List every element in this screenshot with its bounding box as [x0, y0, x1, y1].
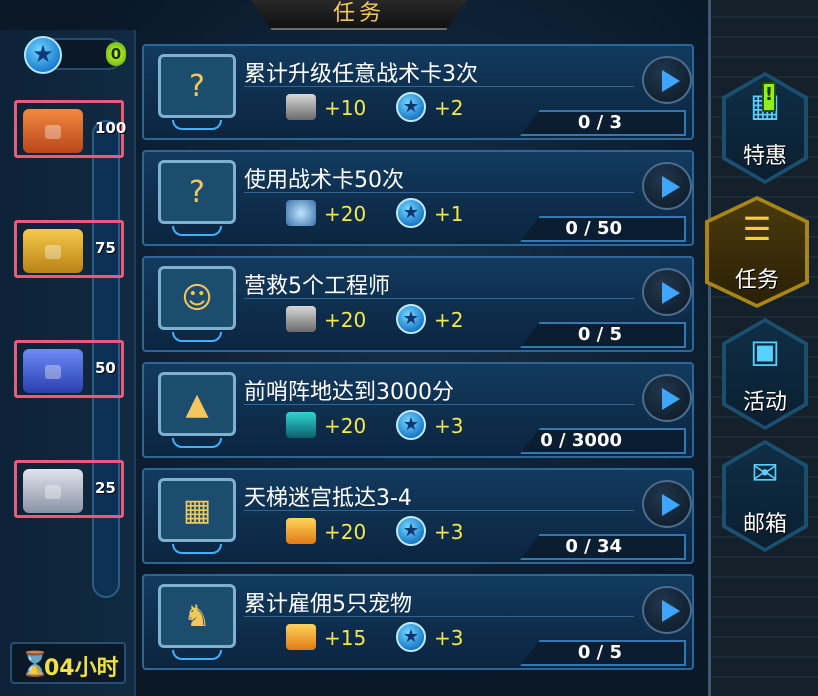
chest-reward-100[interactable]: 100 — [14, 100, 127, 158]
device-icon — [286, 94, 316, 120]
mission-progress-text: 0 / 5 — [577, 324, 622, 345]
star-reward-amount: +2 — [434, 96, 464, 120]
divider — [244, 404, 634, 405]
mail-icon: ✉ — [751, 454, 779, 492]
star-reward-amount: +3 — [434, 414, 464, 438]
monitor-stand — [172, 332, 222, 342]
mission-row: ? 累计升级任意战术卡3次 +10 ★ +2 0 / 3 — [142, 44, 694, 140]
nav-label: 任务 — [734, 268, 779, 293]
mission-title: 前哨阵地达到3000分 — [244, 380, 454, 405]
question-mark-icon: ? — [158, 160, 236, 224]
gem-icon — [286, 518, 316, 544]
monitor-stand — [172, 544, 222, 554]
gift-icon: ▣ — [749, 332, 781, 370]
star-reward-amount: +1 — [434, 202, 464, 226]
reward-amount: +10 — [324, 96, 367, 120]
coin-icon — [286, 200, 316, 226]
mission-title: 累计升级任意战术卡3次 — [244, 62, 478, 87]
star-counter: ★ 0 — [24, 36, 126, 74]
hourglass-icon: ⌛ — [20, 650, 50, 678]
timer-text: 04小时 — [44, 656, 119, 681]
gold-chest-icon — [23, 229, 83, 273]
mission-progress-text: 0 / 5 — [577, 642, 622, 663]
divider — [244, 510, 634, 511]
star-icon: ★ — [396, 198, 426, 228]
mission-title: 使用战术卡50次 — [244, 168, 404, 193]
reward-amount: +20 — [324, 202, 367, 226]
chest-threshold: 75 — [95, 239, 116, 257]
mission-title: 累计雇佣5只宠物 — [244, 592, 412, 617]
mission-progress-text: 0 / 3 — [577, 112, 622, 133]
chest-reward-75[interactable]: 75 — [14, 220, 124, 278]
star-icon: ★ — [396, 410, 426, 440]
go-arrow-button[interactable] — [642, 268, 692, 316]
reward-amount: +20 — [324, 520, 367, 544]
star-reward-amount: +2 — [434, 308, 464, 332]
divider — [244, 86, 634, 87]
mission-row: ▦ 天梯迷宫抵达3-4 +20 ★ +3 0 / 34 — [142, 468, 694, 564]
monitor-stand — [172, 120, 222, 130]
go-arrow-button[interactable] — [642, 162, 692, 210]
task-list-icon: ☰ — [742, 210, 772, 248]
chest-reward-50[interactable]: 50 — [14, 340, 124, 398]
mission-title: 天梯迷宫抵达3-4 — [244, 486, 412, 511]
silver-chest-icon — [23, 469, 83, 513]
star-icon: ★ — [396, 92, 426, 122]
divider — [244, 616, 634, 617]
page-title: 任务 — [332, 1, 385, 26]
star-count: 0 — [106, 42, 126, 66]
outpost-icon: ▲ — [158, 372, 236, 436]
reward-amount: +15 — [324, 626, 367, 650]
reset-timer: ⌛ 04小时 — [10, 642, 126, 684]
chest-reward-25[interactable]: 25 — [14, 460, 124, 518]
star-icon: ★ — [24, 36, 62, 74]
chest-threshold: 25 — [95, 479, 116, 497]
weapon-crate-icon — [286, 412, 316, 438]
mission-progress-text: 0 / 50 — [565, 218, 622, 239]
go-arrow-button[interactable] — [642, 374, 692, 422]
mission-progress-text: 0 / 34 — [565, 536, 622, 557]
question-mark-icon: ? — [158, 54, 236, 118]
pet-icon: ♞ — [158, 584, 236, 648]
nav-label: 特惠 — [742, 144, 787, 169]
reward-amount: +20 — [324, 308, 367, 332]
nav-label: 邮箱 — [742, 512, 787, 537]
divider — [244, 192, 634, 193]
star-icon: ★ — [396, 622, 426, 652]
star-reward-amount: +3 — [434, 626, 464, 650]
star-icon: ★ — [396, 516, 426, 546]
mission-title: 营救5个工程师 — [244, 274, 390, 299]
maze-icon: ▦ — [158, 478, 236, 542]
orange-chest-icon — [23, 109, 83, 153]
device-icon — [286, 306, 316, 332]
star-reward-amount: +3 — [434, 520, 464, 544]
nav-label: 活动 — [742, 390, 787, 415]
engineer-portrait-icon: ☺ — [158, 266, 236, 330]
mission-row: ▲ 前哨阵地达到3000分 +20 ★ +3 0 / 3000 — [142, 362, 694, 458]
mission-row: ? 使用战术卡50次 +20 ★ +1 0 / 50 — [142, 150, 694, 246]
divider — [244, 298, 634, 299]
gem-icon — [286, 624, 316, 650]
go-arrow-button[interactable] — [642, 586, 692, 634]
monitor-stand — [172, 650, 222, 660]
mission-progress-text: 0 / 3000 — [540, 430, 622, 451]
monitor-stand — [172, 438, 222, 448]
go-arrow-button[interactable] — [642, 480, 692, 528]
mission-row: ♞ 累计雇佣5只宠物 +15 ★ +3 0 / 5 — [142, 574, 694, 670]
chest-threshold: 100 — [95, 119, 127, 137]
go-arrow-button[interactable] — [642, 56, 692, 104]
star-icon: ★ — [396, 304, 426, 334]
chest-threshold: 50 — [95, 359, 116, 377]
monitor-stand — [172, 226, 222, 236]
blue-chest-icon — [23, 349, 83, 393]
mission-row: ☺ 营救5个工程师 +20 ★ +2 0 / 5 — [142, 256, 694, 352]
reward-amount: +20 — [324, 414, 367, 438]
alert-badge: ! — [762, 82, 776, 112]
